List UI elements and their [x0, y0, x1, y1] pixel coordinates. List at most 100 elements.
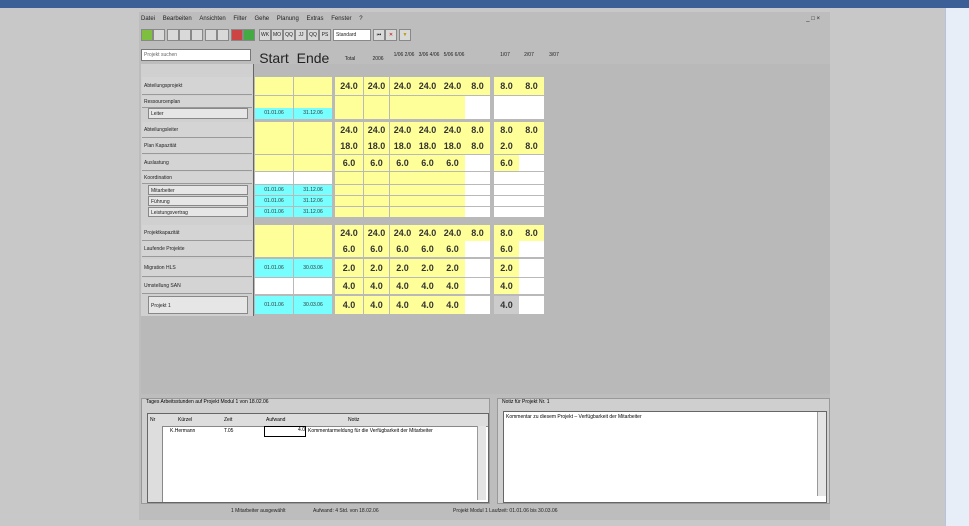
- window-controls[interactable]: _ □ ×: [806, 16, 820, 22]
- row-label[interactable]: Koordination: [142, 172, 252, 184]
- row-label[interactable]: Mitarbeiter: [148, 185, 248, 195]
- filter-icon[interactable]: [231, 29, 243, 41]
- mode-jj-button[interactable]: JJ: [295, 29, 307, 41]
- value-cell[interactable]: [390, 185, 415, 195]
- value-cell[interactable]: [519, 278, 544, 294]
- menu-planung[interactable]: Planung: [277, 16, 299, 22]
- value-cell[interactable]: [465, 241, 490, 257]
- start-cell[interactable]: [255, 278, 293, 294]
- ende-cell[interactable]: [294, 96, 332, 108]
- ende-cell[interactable]: [294, 138, 332, 154]
- value-cell[interactable]: 4.0: [390, 278, 415, 294]
- value-cell[interactable]: 24.0: [440, 225, 465, 241]
- print-icon[interactable]: [153, 29, 165, 41]
- menu-extras[interactable]: Extras: [307, 16, 324, 22]
- start-cell[interactable]: 01.01.06: [255, 185, 293, 195]
- value-cell[interactable]: 24.0: [415, 225, 440, 241]
- ende-cell[interactable]: 31.12.06: [294, 207, 332, 217]
- value-cell[interactable]: 18.0: [364, 138, 389, 154]
- value-cell[interactable]: [494, 108, 519, 119]
- value-cell[interactable]: [440, 207, 465, 217]
- row-label[interactable]: Leistungsvertrag: [148, 207, 248, 217]
- value-cell[interactable]: 24.0: [415, 77, 440, 95]
- mode-qq2-button[interactable]: QQ: [307, 29, 319, 41]
- value-cell[interactable]: 6.0: [335, 241, 363, 257]
- value-cell[interactable]: [519, 207, 544, 217]
- mode-ps-button[interactable]: PS: [319, 29, 331, 41]
- row1-aufwand[interactable]: 4.0: [264, 426, 306, 437]
- value-cell[interactable]: 4.0: [390, 296, 415, 314]
- value-cell[interactable]: 8.0: [494, 77, 519, 95]
- value-cell[interactable]: [335, 172, 363, 184]
- value-cell[interactable]: 2.0: [364, 259, 389, 277]
- work-hours-table[interactable]: Nr Kürzel Zeit Aufwand Notiz K.Hermann T…: [147, 413, 489, 503]
- search-input[interactable]: Projekt suchen: [141, 49, 251, 61]
- value-cell[interactable]: 4.0: [364, 278, 389, 294]
- value-cell[interactable]: [364, 185, 389, 195]
- value-cell[interactable]: 6.0: [364, 241, 389, 257]
- value-cell[interactable]: [519, 155, 544, 171]
- value-cell[interactable]: 24.0: [440, 122, 465, 138]
- value-cell[interactable]: 6.0: [440, 241, 465, 257]
- row-label[interactable]: Umstellung SAN: [142, 278, 252, 294]
- ende-cell[interactable]: [294, 122, 332, 138]
- start-cell[interactable]: [255, 138, 293, 154]
- redo-icon[interactable]: [217, 29, 229, 41]
- value-cell[interactable]: 18.0: [415, 138, 440, 154]
- value-cell[interactable]: [440, 96, 465, 108]
- undo-icon[interactable]: [205, 29, 217, 41]
- menu-datei[interactable]: Datei: [141, 16, 155, 22]
- ende-cell[interactable]: 30.03.06: [294, 259, 332, 277]
- value-cell[interactable]: [364, 108, 389, 119]
- value-cell[interactable]: 4.0: [364, 296, 389, 314]
- value-cell[interactable]: 8.0: [519, 138, 544, 154]
- row-label[interactable]: Projektkapazität: [142, 225, 252, 241]
- row-label[interactable]: Abteilungsprojekt: [142, 77, 252, 95]
- copy-icon[interactable]: [179, 29, 191, 41]
- value-cell[interactable]: [415, 96, 440, 108]
- start-cell[interactable]: 01.01.06: [255, 296, 293, 314]
- value-cell[interactable]: [494, 185, 519, 195]
- value-cell[interactable]: 8.0: [519, 225, 544, 241]
- row-label[interactable]: Auslastung: [142, 155, 252, 171]
- start-cell[interactable]: 01.01.06: [255, 108, 293, 119]
- value-cell[interactable]: [335, 207, 363, 217]
- row-label[interactable]: Leiter: [148, 108, 248, 119]
- value-cell[interactable]: 6.0: [390, 241, 415, 257]
- value-cell[interactable]: [440, 196, 465, 206]
- run-icon[interactable]: [243, 29, 255, 41]
- value-cell[interactable]: [519, 185, 544, 195]
- value-cell[interactable]: [494, 172, 519, 184]
- value-cell[interactable]: [364, 172, 389, 184]
- mode-mo-button[interactable]: MO: [271, 29, 283, 41]
- value-cell[interactable]: 8.0: [465, 138, 490, 154]
- row-label[interactable]: Abteilungsleiter: [142, 122, 252, 138]
- row-label[interactable]: Plan Kapazität: [142, 138, 252, 154]
- value-cell[interactable]: [519, 259, 544, 277]
- value-cell[interactable]: 2.0: [494, 138, 519, 154]
- menu-fenster[interactable]: Fenster: [331, 16, 351, 22]
- value-cell[interactable]: [465, 278, 490, 294]
- value-cell[interactable]: 8.0: [465, 225, 490, 241]
- row-label[interactable]: Migration HLS: [142, 259, 252, 277]
- value-cell[interactable]: 18.0: [335, 138, 363, 154]
- value-cell[interactable]: 8.0: [494, 122, 519, 138]
- value-cell[interactable]: 4.0: [415, 296, 440, 314]
- value-cell[interactable]: [519, 108, 544, 119]
- value-cell[interactable]: [440, 185, 465, 195]
- value-cell[interactable]: [465, 196, 490, 206]
- value-cell[interactable]: [440, 108, 465, 119]
- value-cell[interactable]: 6.0: [390, 155, 415, 171]
- value-cell[interactable]: 24.0: [335, 122, 363, 138]
- value-cell[interactable]: [465, 296, 490, 314]
- mode-qq-button[interactable]: QQ: [283, 29, 295, 41]
- value-cell[interactable]: [364, 207, 389, 217]
- ende-cell[interactable]: [294, 155, 332, 171]
- stop-icon[interactable]: ✕: [385, 29, 397, 41]
- value-cell[interactable]: 6.0: [364, 155, 389, 171]
- value-cell[interactable]: 2.0: [415, 259, 440, 277]
- first-icon[interactable]: ⏮: [373, 29, 385, 41]
- value-cell[interactable]: 8.0: [465, 122, 490, 138]
- value-cell[interactable]: 6.0: [335, 155, 363, 171]
- value-cell[interactable]: [335, 96, 363, 108]
